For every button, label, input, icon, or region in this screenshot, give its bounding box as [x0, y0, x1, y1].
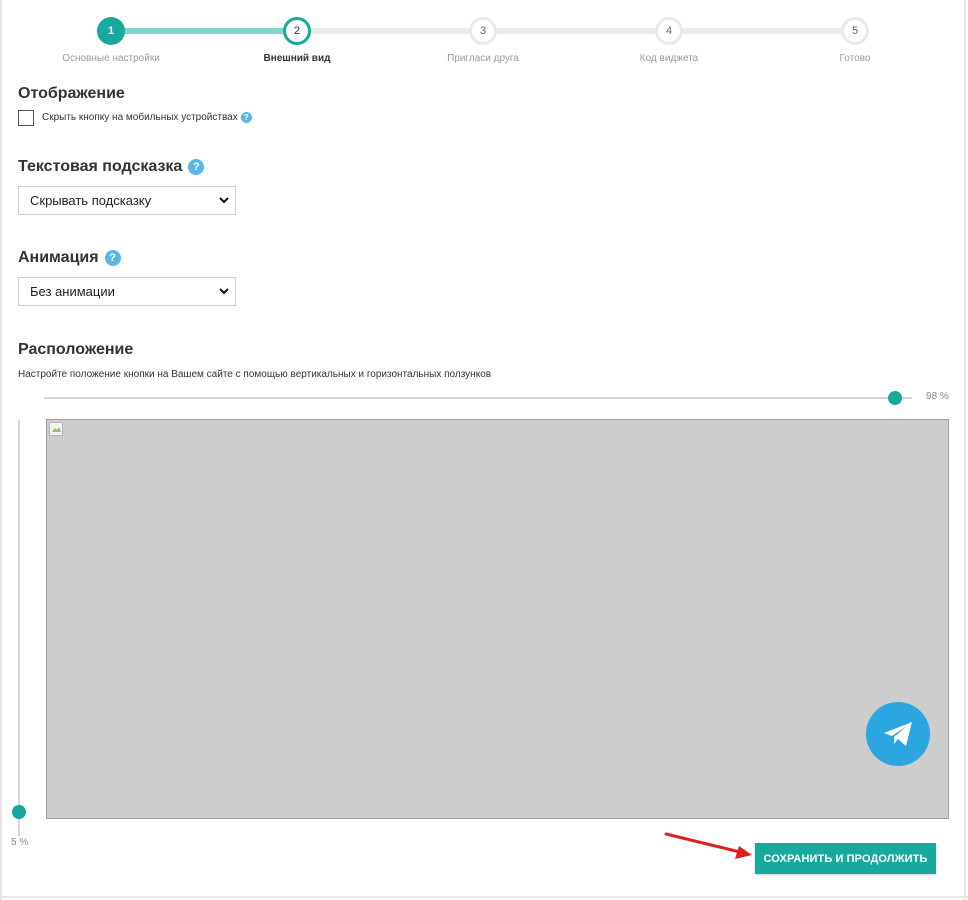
broken-image-icon — [49, 422, 63, 436]
hide-on-mobile-checkbox[interactable] — [18, 110, 34, 126]
horizontal-slider-track[interactable] — [44, 397, 912, 399]
step-3-label: Пригласи друга — [447, 53, 519, 64]
step-5-label: Готово — [839, 53, 871, 64]
step-3-circle[interactable]: 3 — [469, 17, 497, 45]
vertical-slider-track[interactable] — [18, 420, 20, 836]
help-icon[interactable]: ? — [104, 249, 121, 266]
step-5-circle[interactable]: 5 — [841, 17, 869, 45]
site-preview — [46, 419, 949, 819]
tooltip-select[interactable]: Скрывать подсказку — [18, 186, 236, 215]
frame-border-bottom — [0, 896, 968, 898]
step-4-label: Код виджета — [639, 53, 699, 64]
animation-title-text: Анимация — [18, 249, 99, 266]
telegram-icon — [884, 722, 912, 746]
animation-select[interactable]: Без анимации — [18, 277, 236, 306]
step-4-circle[interactable]: 4 — [655, 17, 683, 45]
hide-on-mobile-label-text: Скрыть кнопку на мобильных устройствах — [42, 112, 238, 124]
frame-border-right — [964, 0, 966, 900]
horizontal-slider-thumb[interactable] — [888, 391, 902, 405]
vertical-slider-value: 5 % — [11, 837, 29, 848]
position-description: Настройте положение кнопки на Вашем сайт… — [18, 369, 492, 380]
tooltip-select-value: Скрывать подсказку — [30, 193, 152, 208]
position-section-title: Расположение — [18, 341, 133, 359]
help-icon[interactable]: ? — [188, 158, 205, 175]
save-and-continue-button[interactable]: СОХРАНИТЬ И ПРОДОЛЖИТЬ — [755, 843, 936, 874]
telegram-widget-button[interactable] — [866, 702, 930, 766]
chevron-down-icon — [219, 197, 229, 204]
stepper-progress — [111, 28, 297, 34]
display-title-text: Отображение — [18, 85, 125, 102]
help-icon[interactable]: ? — [240, 112, 252, 123]
chevron-down-icon — [219, 288, 229, 295]
frame-border-left — [0, 0, 2, 900]
tooltip-title-text: Текстовая подсказка — [18, 158, 183, 175]
step-1-label: Основные настройки — [62, 53, 160, 64]
hide-on-mobile-label[interactable]: Скрыть кнопку на мобильных устройствах? — [42, 112, 252, 123]
step-2-label: Внешний вид — [263, 53, 331, 64]
arrow-pointer — [664, 832, 752, 859]
step-1-circle[interactable]: 1 — [97, 17, 125, 45]
step-2-circle[interactable]: 2 — [283, 17, 311, 45]
animation-section-title: Анимация? — [18, 249, 121, 267]
vertical-slider-thumb[interactable] — [12, 805, 26, 819]
position-title-text: Расположение — [18, 341, 134, 358]
animation-select-value: Без анимации — [30, 284, 115, 299]
tooltip-section-title: Текстовая подсказка? — [18, 158, 205, 176]
horizontal-slider-value: 98 % — [926, 391, 949, 402]
display-section-title: Отображение — [18, 85, 125, 103]
